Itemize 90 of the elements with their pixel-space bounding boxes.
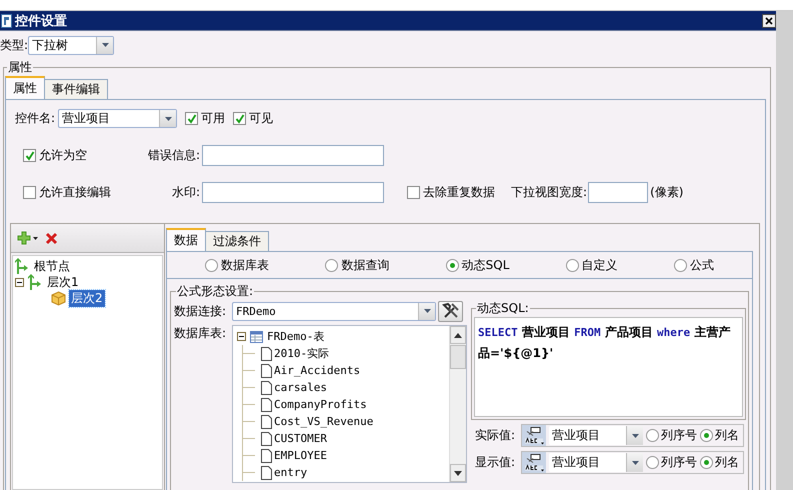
dropdown-width-field[interactable] xyxy=(588,182,648,203)
radio-button[interactable]: 自定义 xyxy=(566,256,618,274)
checkbox[interactable]: 允许直接编辑 xyxy=(23,184,148,201)
file-icon xyxy=(261,398,272,412)
radio-button[interactable]: 数据库表 xyxy=(205,256,270,274)
table-icon xyxy=(250,330,263,342)
tree-node[interactable]: 层次2 xyxy=(69,290,105,306)
collapse-icon[interactable] xyxy=(15,278,24,286)
field-label: 错误信息: xyxy=(148,147,200,164)
add-button[interactable] xyxy=(17,231,39,245)
unit-label: (像素) xyxy=(650,184,684,201)
table-item[interactable]: CompanyProfits xyxy=(274,398,367,411)
file-icon xyxy=(261,466,272,480)
table-item[interactable]: carsales xyxy=(274,381,327,394)
collapse-icon[interactable] xyxy=(237,332,246,341)
watermark-field[interactable] xyxy=(202,182,384,203)
table-group[interactable]: FRDemo-表 xyxy=(267,329,324,344)
name-dropdown[interactable]: 营业项目 xyxy=(58,109,178,128)
file-icon xyxy=(261,414,272,428)
file-icon xyxy=(261,380,272,394)
type-label: 类型: xyxy=(0,36,28,54)
group-title: 公式形态设置: xyxy=(176,283,254,300)
tree-node[interactable]: 层次1 xyxy=(45,274,81,290)
scrollbar[interactable] xyxy=(449,326,466,482)
caret-icon xyxy=(632,460,638,464)
field-label: 控件名: xyxy=(15,110,56,127)
plus-icon xyxy=(17,231,39,245)
file-icon xyxy=(261,448,272,462)
caret-icon xyxy=(632,434,638,438)
down-arrow-icon xyxy=(454,470,462,476)
tools-button[interactable] xyxy=(438,300,463,322)
table-item[interactable]: entry xyxy=(274,466,308,479)
radio-button[interactable]: 公式 xyxy=(674,256,714,274)
checkbox[interactable]: 允许为空 xyxy=(23,147,148,164)
type-dropdown[interactable]: 下拉树 xyxy=(28,36,114,54)
file-icon xyxy=(261,432,272,446)
up-arrow-icon xyxy=(454,332,462,338)
checkbox[interactable]: 去除重复数据 xyxy=(407,184,496,201)
tree-node[interactable]: 根节点 xyxy=(32,258,72,274)
tools-icon xyxy=(442,302,460,320)
group-title: 动态SQL: xyxy=(476,300,530,317)
window-icon xyxy=(1,14,12,28)
error-message-field[interactable] xyxy=(202,145,384,166)
table-item[interactable]: Air_Accidents xyxy=(274,364,360,377)
table-item[interactable]: CUSTOMER xyxy=(274,432,327,445)
sql-editor[interactable]: SELECT 营业项目 FROM 产品项目 where 主营产品='${@1}' xyxy=(474,317,743,417)
window-title: 控件设置 xyxy=(15,12,67,30)
file-icon xyxy=(261,364,272,378)
caret-icon xyxy=(424,309,430,313)
radio-button[interactable]: 列序号 xyxy=(646,427,697,444)
tab[interactable]: 过滤条件 xyxy=(205,231,269,251)
scroll-thumb[interactable] xyxy=(450,345,466,369)
radio-button[interactable]: 列序号 xyxy=(646,454,697,471)
field-label: 数据库表: xyxy=(174,325,228,342)
field-label: 水印: xyxy=(172,184,200,201)
delete-button[interactable] xyxy=(45,232,58,244)
connection-dropdown[interactable]: FRDemo xyxy=(232,302,436,320)
radio-button[interactable]: 列名 xyxy=(700,454,739,471)
table-item[interactable]: Cost_VS_Revenue xyxy=(274,415,374,428)
radio-button[interactable]: 列名 xyxy=(700,427,739,444)
field-label: 实际值: xyxy=(475,427,516,444)
field-label: 下拉视图宽度: xyxy=(511,184,588,201)
checkbox[interactable]: 可用 xyxy=(185,110,226,127)
close-icon xyxy=(765,16,773,24)
checkbox[interactable]: 可见 xyxy=(233,110,274,127)
radio-button[interactable]: 动态SQL xyxy=(446,256,510,274)
group-title: 属性 xyxy=(7,59,33,76)
column-dropdown[interactable]: 营业项目 xyxy=(549,426,643,445)
file-icon xyxy=(261,346,272,360)
tab[interactable]: 事件编辑 xyxy=(44,79,108,99)
cube-icon xyxy=(51,290,66,306)
text-type-icon[interactable] xyxy=(522,425,546,446)
check-icon xyxy=(186,114,197,124)
check-icon xyxy=(24,150,34,160)
text-type-icon[interactable] xyxy=(522,452,546,473)
caret-icon xyxy=(102,43,109,47)
field-label: 数据连接: xyxy=(174,302,228,320)
table-item[interactable]: 2010-实际 xyxy=(274,346,330,361)
tab[interactable]: 属性 xyxy=(5,76,45,99)
radio-button[interactable]: 数据查询 xyxy=(325,256,390,274)
close-button[interactable] xyxy=(762,14,776,28)
check-icon xyxy=(234,114,245,124)
column-dropdown[interactable]: 营业项目 xyxy=(549,453,643,472)
caret-icon xyxy=(164,116,172,120)
branch-arrow-icon xyxy=(28,274,42,290)
close-icon xyxy=(45,232,58,244)
field-label: 显示值: xyxy=(475,454,516,471)
table-item[interactable]: EMPLOYEE xyxy=(274,449,327,462)
tab[interactable]: 数据 xyxy=(166,228,206,251)
branch-arrow-icon xyxy=(15,258,29,274)
